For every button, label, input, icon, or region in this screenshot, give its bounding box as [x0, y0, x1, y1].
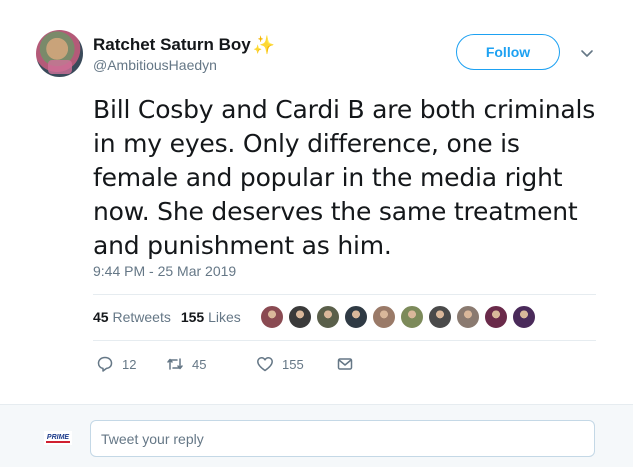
- liker-avatar[interactable]: [400, 305, 424, 329]
- heart-icon: [257, 357, 273, 372]
- user-handle[interactable]: @AmbitiousHaedyn: [93, 57, 217, 73]
- engagement-stats: 45 Retweets 155 Likes: [93, 309, 241, 325]
- reply-input[interactable]: Tweet your reply: [90, 420, 595, 457]
- reply-placeholder: Tweet your reply: [101, 430, 204, 447]
- reply-count: 12: [122, 356, 137, 372]
- direct-message-button[interactable]: [336, 355, 354, 373]
- display-name-text: Ratchet Saturn Boy: [93, 35, 251, 54]
- reply-icon: [97, 356, 113, 372]
- liker-avatar[interactable]: [288, 305, 312, 329]
- liker-avatar[interactable]: [512, 305, 536, 329]
- liker-avatar[interactable]: [316, 305, 340, 329]
- chevron-down-icon[interactable]: [578, 44, 596, 62]
- reply-button[interactable]: 12: [96, 355, 166, 373]
- retweet-icon: [167, 358, 183, 370]
- reply-bar: PRIME Tweet your reply: [0, 404, 633, 467]
- retweets-label: Retweets: [112, 309, 171, 325]
- likes-stat[interactable]: 155 Likes: [181, 309, 241, 325]
- logo-avatar: PRIME: [44, 431, 72, 445]
- retweets-count: 45: [93, 309, 109, 325]
- like-button[interactable]: 155: [256, 355, 336, 373]
- sparkle-icon: ✨: [252, 35, 276, 55]
- liker-avatar[interactable]: [372, 305, 396, 329]
- envelope-icon: [337, 358, 353, 370]
- retweet-count: 45: [192, 356, 207, 372]
- divider: [93, 340, 596, 341]
- retweet-button[interactable]: 45: [166, 355, 256, 373]
- avatar[interactable]: [36, 30, 83, 77]
- follow-button[interactable]: Follow: [456, 34, 560, 70]
- divider: [93, 294, 596, 295]
- tweet-card: Ratchet Saturn Boy ✨ @AmbitiousHaedyn Fol…: [0, 0, 633, 404]
- liker-avatar[interactable]: [260, 305, 284, 329]
- tweet-actions: 12 45 155: [96, 355, 354, 373]
- liker-avatar[interactable]: [428, 305, 452, 329]
- liker-avatar[interactable]: [456, 305, 480, 329]
- retweets-stat[interactable]: 45 Retweets: [93, 309, 171, 325]
- tweet-text: Bill Cosby and Cardi B are both criminal…: [93, 95, 596, 260]
- liker-avatars: [260, 305, 540, 329]
- logo-avatar-text: PRIME: [47, 434, 70, 441]
- liker-avatar[interactable]: [484, 305, 508, 329]
- likes-count: 155: [180, 309, 205, 325]
- display-name[interactable]: Ratchet Saturn Boy ✨: [93, 35, 275, 56]
- likes-label: Likes: [208, 309, 241, 325]
- like-count: 155: [282, 356, 304, 372]
- tweet-timestamp[interactable]: 9:44 PM - 25 Mar 2019: [93, 263, 236, 279]
- liker-avatar[interactable]: [344, 305, 368, 329]
